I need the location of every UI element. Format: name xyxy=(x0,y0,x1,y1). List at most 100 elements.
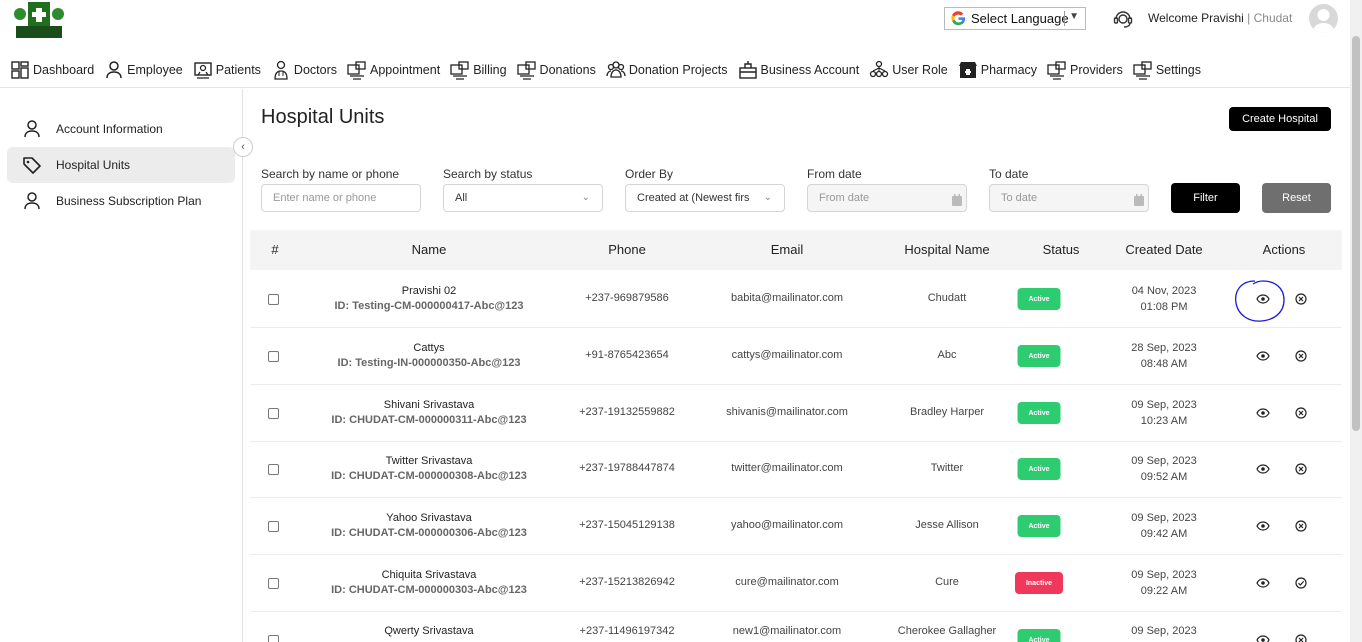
nav-item-pharmacy[interactable]: Pharmacy xyxy=(958,55,1037,85)
deactivate-x-icon[interactable] xyxy=(1294,349,1308,363)
to-date-input[interactable]: To date xyxy=(989,184,1149,212)
name-cell: Yahoo Srivastava ID: CHUDAT-CM-000000306-… xyxy=(331,512,527,539)
logo[interactable] xyxy=(12,0,66,40)
view-icon[interactable] xyxy=(1256,519,1270,533)
nav-item-appointment[interactable]: Appointment xyxy=(347,55,440,85)
language-label: Select Language xyxy=(971,11,1069,26)
row-checkbox[interactable] xyxy=(268,521,279,532)
deactivate-x-icon[interactable] xyxy=(1294,462,1308,476)
status-badge: Active xyxy=(1017,515,1061,537)
page-scrollbar[interactable] xyxy=(1350,0,1362,642)
nav-item-label: Employee xyxy=(127,62,183,77)
nav-item-label: Pharmacy xyxy=(980,62,1038,77)
column-header: # xyxy=(271,242,279,257)
nav-item-user-role[interactable]: User Role xyxy=(869,55,948,85)
row-date: 09 Sep, 2023 xyxy=(1131,455,1197,467)
row-time: 09:42 AM xyxy=(1140,528,1188,540)
from-date-input[interactable]: From date xyxy=(807,184,967,212)
row-email: yahoo@mailinator.com xyxy=(730,519,844,531)
user-icon xyxy=(24,120,40,138)
row-date: 04 Nov, 2023 xyxy=(1131,285,1197,297)
row-name: Shivani Srivastava xyxy=(383,399,475,411)
nav-item-label: User Role xyxy=(892,62,948,77)
language-divider xyxy=(1064,11,1065,26)
avatar[interactable] xyxy=(1309,4,1338,33)
scroll-thumb[interactable] xyxy=(1352,36,1360,431)
row-checkbox[interactable] xyxy=(268,578,279,589)
nav-item-business-account[interactable]: Business Account xyxy=(738,55,859,85)
from-date-placeholder: From date xyxy=(819,192,870,204)
calendar-icon xyxy=(1134,194,1144,206)
row-phone: +91-8765423654 xyxy=(585,349,669,361)
search-label: Search by name or phone xyxy=(261,167,400,181)
row-checkbox[interactable] xyxy=(268,635,279,642)
row-email: new1@mailinator.com xyxy=(732,625,842,637)
nav-item-settings[interactable]: Settings xyxy=(1133,55,1201,85)
deactivate-x-icon[interactable] xyxy=(1294,406,1308,420)
user-role-icon xyxy=(870,60,889,77)
sidebar-item-label: Account Information xyxy=(56,122,163,136)
donations-icon xyxy=(516,60,536,80)
search-input[interactable]: Enter name or phone xyxy=(261,184,421,212)
column-header: Created Date xyxy=(1125,242,1203,257)
activate-check-icon[interactable] xyxy=(1294,576,1308,590)
deactivate-x-icon[interactable] xyxy=(1294,633,1308,642)
nav-item-dashboard[interactable]: Dashboard xyxy=(10,55,94,85)
row-hospital: Jesse Allison xyxy=(915,519,979,531)
reset-button[interactable]: Reset xyxy=(1262,183,1331,213)
nav-item-providers[interactable]: Providers xyxy=(1047,55,1123,85)
language-select[interactable]: Select Language ▼ xyxy=(944,7,1086,30)
name-cell: Pravishi 02 ID: Testing-CM-000000417-Abc@… xyxy=(334,285,523,312)
nav-item-doctors[interactable]: Doctors xyxy=(271,55,337,85)
row-phone: +237-19132559882 xyxy=(579,406,675,418)
table-row: Cattys ID: Testing-IN-000000350-Abc@123 +9… xyxy=(250,328,1342,385)
providers-icon xyxy=(1047,60,1066,80)
view-icon[interactable] xyxy=(1256,406,1270,420)
view-icon[interactable] xyxy=(1256,633,1270,642)
deactivate-x-icon[interactable] xyxy=(1294,292,1308,306)
row-hospital: Cherokee Gallagher xyxy=(897,625,997,637)
order-by-select[interactable]: Created at (Newest firs ⌄ xyxy=(625,184,785,212)
nav-item-label: Donations xyxy=(539,62,596,77)
nav-item-billing[interactable]: Billing xyxy=(450,55,507,85)
chevron-down-icon: ⌄ xyxy=(581,192,590,203)
row-checkbox[interactable] xyxy=(268,408,279,419)
sidebar-item-hospital-units[interactable]: Hospital Units xyxy=(7,147,235,183)
table-row: Yahoo Srivastava ID: CHUDAT-CM-000000306-… xyxy=(250,498,1342,555)
row-checkbox[interactable] xyxy=(268,464,279,475)
name-cell: Qwerty Srivastava xyxy=(384,625,473,640)
column-header: Name xyxy=(411,242,447,257)
view-icon[interactable] xyxy=(1256,576,1270,590)
pharmacy-icon xyxy=(958,61,977,78)
sidebar-item-account-information[interactable]: Account Information xyxy=(7,111,235,147)
tag-icon xyxy=(23,157,41,174)
nav-item-employee[interactable]: Employee xyxy=(104,55,183,85)
row-checkbox[interactable] xyxy=(268,294,279,305)
row-phone: +237-11496197342 xyxy=(579,625,675,637)
row-date: 09 Sep, 2023 xyxy=(1131,569,1197,581)
view-icon[interactable] xyxy=(1256,349,1270,363)
row-hospital: Cure xyxy=(935,576,959,588)
view-icon[interactable] xyxy=(1256,462,1270,476)
nav-item-donations[interactable]: Donations xyxy=(516,55,596,85)
collapse-sidebar-button[interactable]: ‹ xyxy=(233,137,253,157)
row-id: ID: CHUDAT-CM-000000311-Abc@123 xyxy=(331,414,527,426)
column-header: Actions xyxy=(1262,242,1306,257)
support-agent-icon[interactable] xyxy=(1112,8,1134,30)
welcome-user: Welcome Pravishi xyxy=(1148,11,1244,25)
view-icon[interactable] xyxy=(1256,292,1270,306)
created-date-cell: 09 Sep, 2023 09:42 AM xyxy=(1131,510,1196,542)
filter-button[interactable]: Filter xyxy=(1171,183,1240,213)
row-checkbox[interactable] xyxy=(268,351,279,362)
nav-item-label: Billing xyxy=(473,62,507,77)
nav-item-label: Dashboard xyxy=(33,62,95,77)
name-cell: Cattys ID: Testing-IN-000000350-Abc@123 xyxy=(338,342,521,369)
sidebar-item-business-subscription-plan[interactable]: Business Subscription Plan xyxy=(7,183,235,219)
deactivate-x-icon[interactable] xyxy=(1294,519,1308,533)
nav-item-donation-projects[interactable]: Donation Projects xyxy=(606,55,728,85)
nav-item-label: Appointment xyxy=(370,62,441,77)
create-hospital-button[interactable]: Create Hospital xyxy=(1229,107,1331,131)
nav-item-patients[interactable]: Patients xyxy=(193,55,261,85)
row-email: twitter@mailinator.com xyxy=(731,462,843,474)
status-select[interactable]: All ⌄ xyxy=(443,184,603,212)
